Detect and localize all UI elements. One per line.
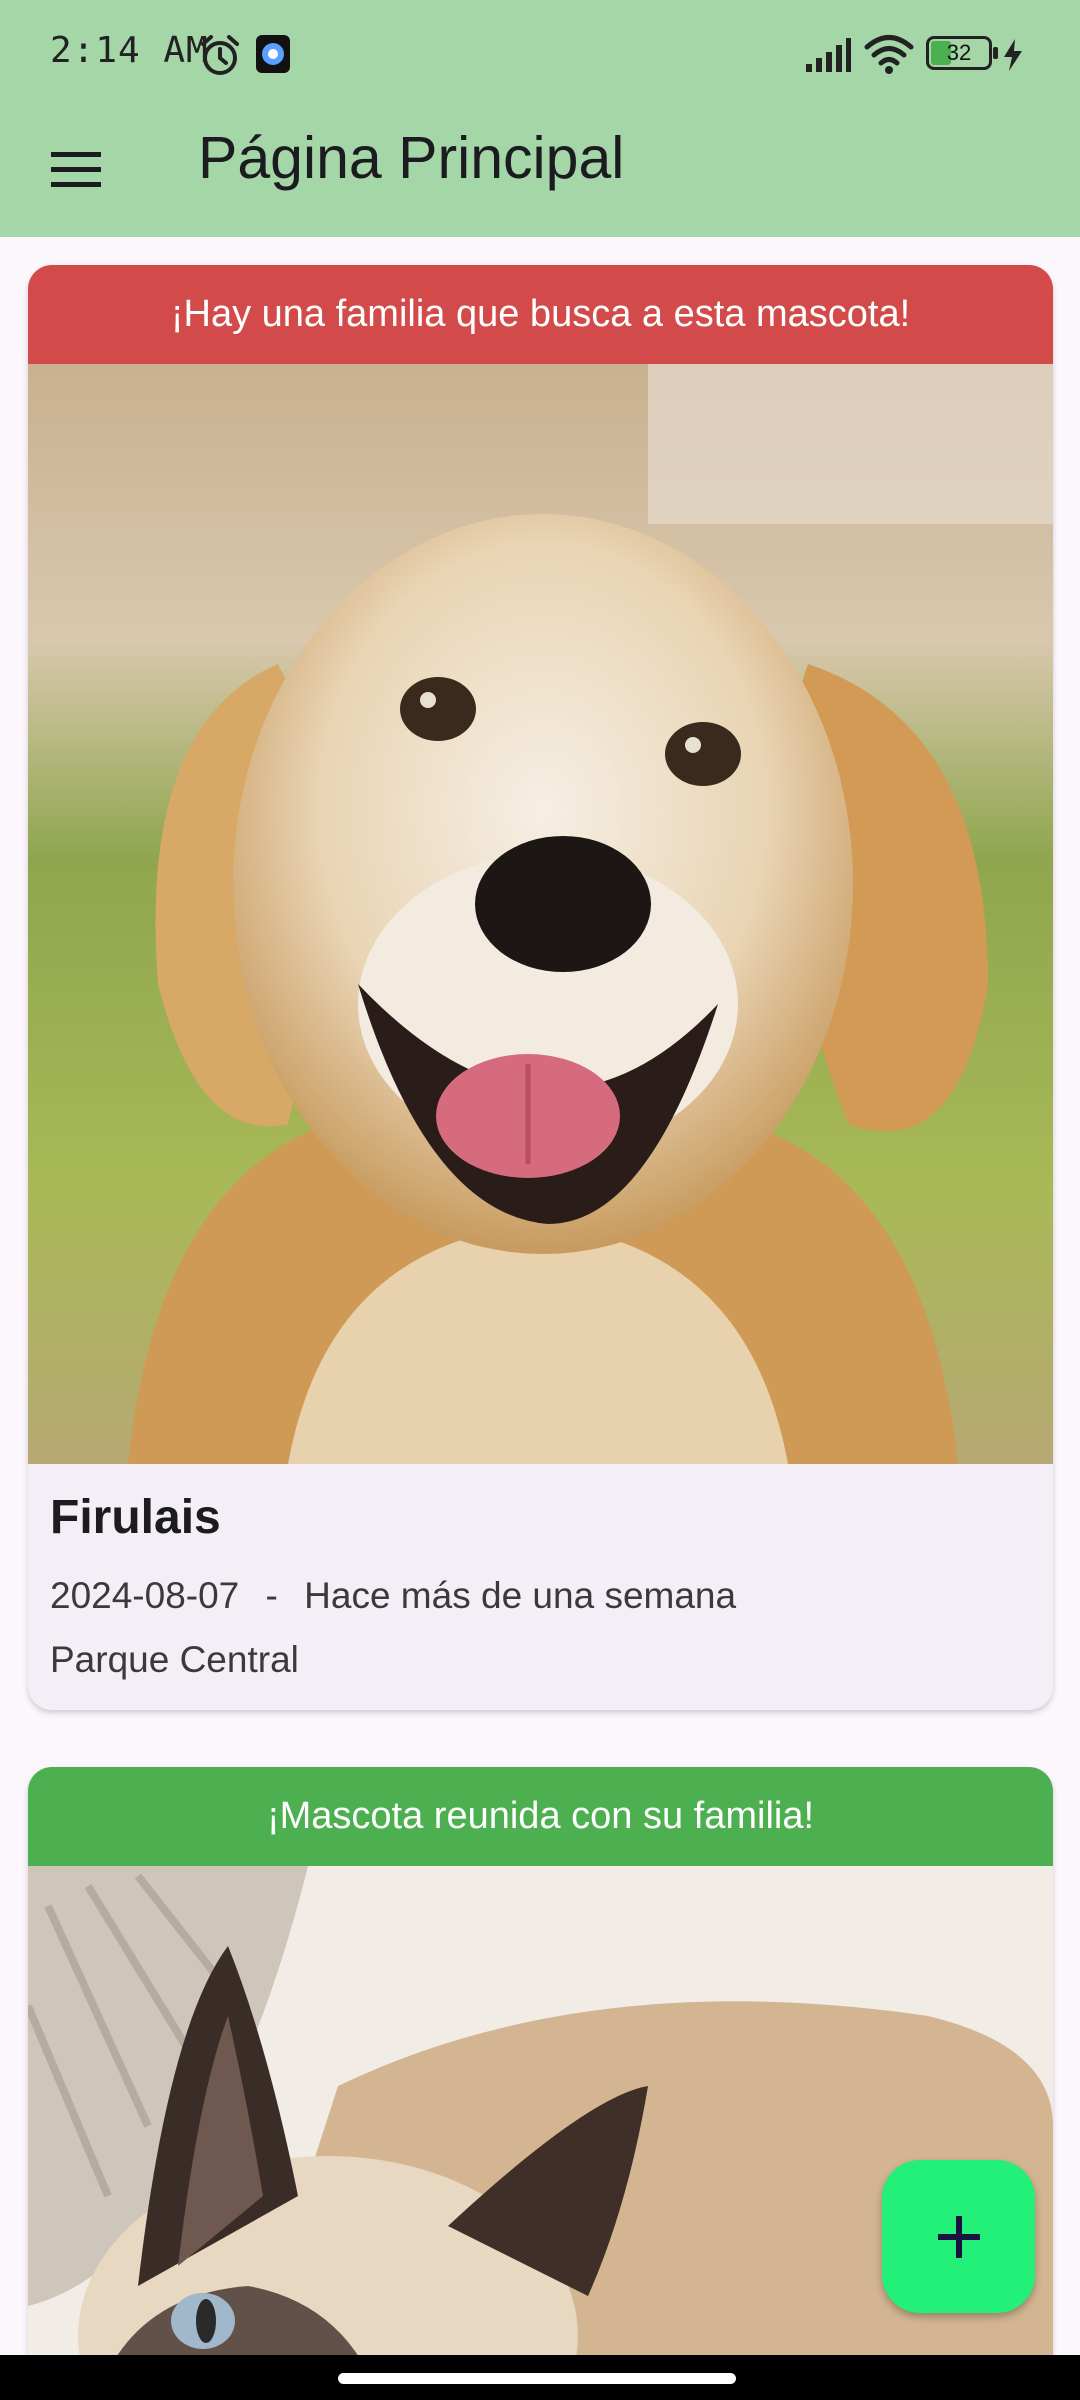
menu-button[interactable] [36,130,116,210]
page-title: Página Principal [198,125,625,191]
wifi-icon [864,35,914,74]
pet-info: Firulais 2024-08-07 - Hace más de una se… [28,1464,1053,1681]
pet-date-separator: - [265,1575,278,1616]
app-header: 2:14 AM 32 Página Principal [0,0,1080,237]
status-banner: ¡Mascota reunida con su familia! [28,1767,1053,1866]
battery-level: 32 [946,40,972,65]
menu-icon [51,152,101,187]
navigation-bar [0,2355,1080,2400]
app-bar: Página Principal [0,110,1080,237]
alarm-icon [201,35,239,75]
plus-icon [937,2215,980,2258]
cat-photo [28,1866,1053,2400]
pet-card[interactable]: ¡Hay una familia que busca a esta mascot… [28,265,1053,1710]
battery-tip [993,47,998,59]
app-notification-icon [256,35,290,73]
status-banner: ¡Hay una familia que busca a esta mascot… [28,265,1053,364]
status-bar: 2:14 AM 32 [0,0,1080,110]
status-time: 2:14 AM [50,30,209,71]
pet-name: Firulais [50,1491,221,1544]
pet-relative-time: Hace más de una semana [304,1575,737,1616]
pet-date: 2024-08-07 [50,1575,240,1616]
pet-location: Parque Central [50,1639,299,1680]
signal-icon [806,38,851,72]
charging-icon [1004,39,1022,71]
dog-photo [28,364,1053,1464]
home-gesture-handle[interactable] [338,2373,736,2384]
pet-date-line: 2024-08-07 - Hace más de una semana [50,1575,1031,1617]
add-pet-button[interactable] [882,2160,1035,2313]
battery-icon: 32 [926,36,992,70]
